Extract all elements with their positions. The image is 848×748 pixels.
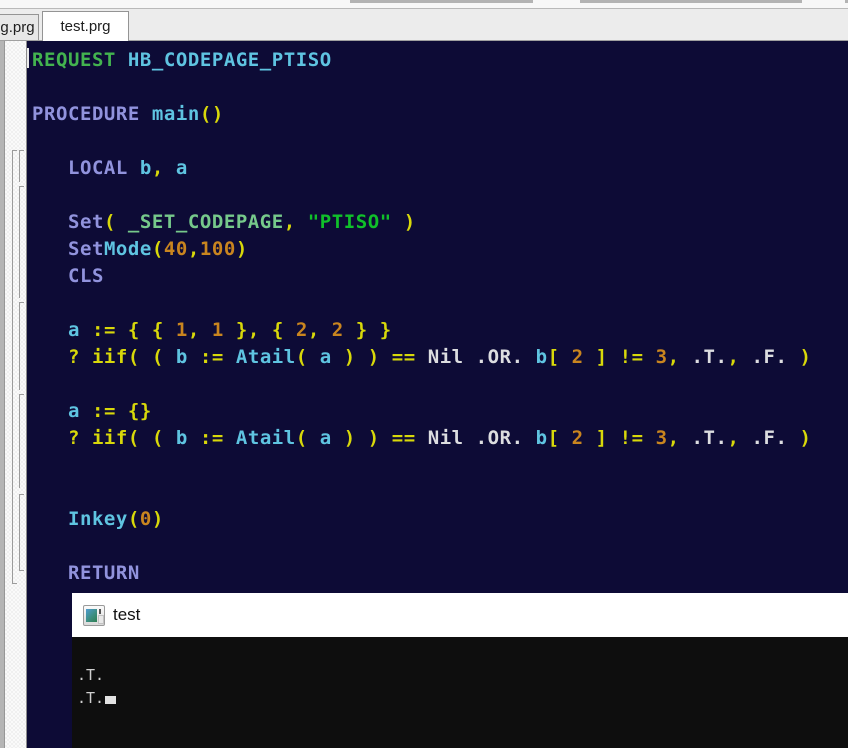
console-titlebar[interactable]: test [72,593,848,637]
background-window-fragment [580,0,802,3]
console-window-icon [83,605,105,626]
code-line [32,74,848,101]
code-line [32,479,848,506]
code-line: PROCEDURE main() [32,101,848,128]
fold-marker-line[interactable] [12,150,13,583]
fold-marker-tick[interactable] [12,150,17,151]
console-icon-lightpane [98,615,104,624]
code-line: RETURN [32,560,848,587]
fold-marker-line[interactable] [19,150,20,182]
console-window: test .T. .T. [72,593,848,748]
console-icon-pane [86,609,97,622]
fold-marker-line[interactable] [19,302,20,390]
code-line: a := { { 1, 1 }, { 2, 2 } } [32,317,848,344]
code-line: a := {} [32,398,848,425]
ide-window: g.prg test.prg REQUEST HB_CODEPAGE_PTISO… [0,0,848,748]
console-output-line: .T. [77,666,104,684]
background-window-fragment [350,0,533,3]
code-line [32,290,848,317]
code-line [32,128,848,155]
code-line [32,182,848,209]
text-caret [27,48,29,68]
code-line: ? iif( ( b := Atail( a ) ) == Nil .OR. b… [32,344,848,371]
fold-marker-tick[interactable] [19,302,24,303]
code-line [32,452,848,479]
fold-marker-tick[interactable] [19,494,24,495]
code-line [32,533,848,560]
fold-margin[interactable] [5,41,26,748]
code-line: LOCAL b, a [32,155,848,182]
fold-marker-tick[interactable] [19,150,24,151]
fold-marker-line[interactable] [19,394,20,488]
fold-marker-tick[interactable] [12,583,17,584]
fold-marker-tick[interactable] [19,570,24,571]
code-line: SetMode(40,100) [32,236,848,263]
console-output: .T. .T. [72,637,848,748]
console-icon-tick [99,609,101,614]
console-cursor [105,696,116,704]
code-line: ? iif( ( b := Atail( a ) ) == Nil .OR. b… [32,425,848,452]
code-line [32,371,848,398]
tab-label: g.prg [0,19,34,36]
code-line: Set( _SET_CODEPAGE, "PTISO" ) [32,209,848,236]
fold-marker-line[interactable] [19,186,20,298]
fold-marker-tick[interactable] [19,186,24,187]
console-output-line: .T. [77,689,104,707]
editor-tab-bar: g.prg test.prg [0,8,848,41]
code-line: REQUEST HB_CODEPAGE_PTISO [32,47,848,74]
console-title: test [113,605,140,625]
fold-marker-line[interactable] [19,494,20,570]
fold-marker-tick[interactable] [19,394,24,395]
code-lines: REQUEST HB_CODEPAGE_PTISO PROCEDURE main(… [32,47,848,587]
code-line: Inkey(0) [32,506,848,533]
tab-label: test.prg [60,18,110,35]
tab-test-prg[interactable]: test.prg [42,11,129,41]
tab-g-prg[interactable]: g.prg [0,14,39,40]
code-line: CLS [32,263,848,290]
